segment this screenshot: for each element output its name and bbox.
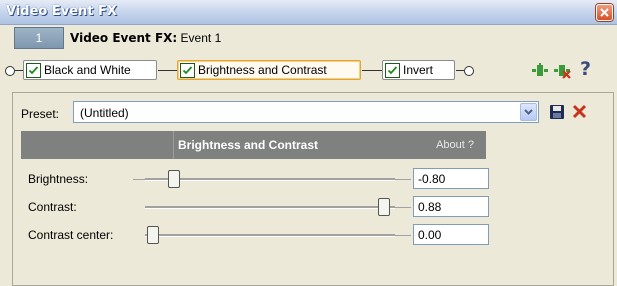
brightness-value: -0.80 <box>418 172 446 186</box>
header-divider <box>173 131 174 159</box>
help-button[interactable]: ? <box>580 58 591 80</box>
event-label: Video Event FX: Event 1 <box>70 31 221 45</box>
chain-connector <box>456 70 464 71</box>
save-icon <box>550 105 564 119</box>
plugin-chain-icon <box>532 63 548 76</box>
close-button[interactable] <box>596 4 613 21</box>
contrast-value: 0.88 <box>418 200 442 214</box>
chain-connector <box>158 70 177 71</box>
title-bar: Video Event FX <box>0 0 617 25</box>
dropdown-button[interactable] <box>520 103 537 121</box>
param-label: Brightness: <box>28 172 89 186</box>
remove-plugin-icon <box>554 65 571 79</box>
chain-item-label: Invert <box>403 63 434 77</box>
param-row-contrast-center: Contrast center: 0.00 <box>21 221 489 249</box>
event-number-badge[interactable]: 1 <box>14 27 64 49</box>
slider-right-tick <box>395 235 411 236</box>
delete-preset-button[interactable] <box>571 103 588 123</box>
chain-item-brightness-and-contrast[interactable]: Brightness and Contrast <box>177 60 361 80</box>
contrast-center-slider-track[interactable] <box>145 234 395 237</box>
plugin-name: Brightness and Contrast <box>178 138 319 152</box>
checkmark-icon <box>387 65 398 74</box>
event-header: 1 Video Event FX: Event 1 <box>0 25 617 51</box>
brightness-input[interactable]: -0.80 <box>413 168 489 189</box>
contrast-center-slider-thumb[interactable] <box>147 226 159 244</box>
chain-item-label: Black and White <box>44 63 131 77</box>
save-preset-button[interactable] <box>549 104 565 123</box>
window-title: Video Event FX <box>6 4 117 19</box>
chain-connector <box>15 70 23 71</box>
delete-icon <box>572 104 587 119</box>
chain-item-invert[interactable]: Invert <box>382 60 455 80</box>
param-row-contrast: Contrast: 0.88 <box>21 193 489 221</box>
remove-plugin-button[interactable] <box>553 62 573 83</box>
brightness-slider-thumb[interactable] <box>168 170 180 188</box>
close-icon <box>600 8 609 17</box>
param-label: Contrast: <box>28 200 77 214</box>
brightness-slider-track[interactable] <box>145 178 395 181</box>
contrast-slider-thumb[interactable] <box>378 198 390 216</box>
slider-left-tick <box>133 179 145 180</box>
preset-value: (Untitled) <box>80 106 129 120</box>
contrast-input[interactable]: 0.88 <box>413 196 489 217</box>
chain-start-node <box>5 66 15 76</box>
checkbox-brightness-and-contrast[interactable] <box>180 62 195 78</box>
checkbox-black-and-white[interactable] <box>26 62 41 78</box>
plugin-parameters: Brightness and Contrast About ? Brightne… <box>21 131 489 285</box>
plugin-chain-button[interactable] <box>531 62 549 81</box>
slider-right-tick <box>395 179 411 180</box>
preset-label: Preset: <box>21 107 60 121</box>
chevron-down-icon <box>524 109 533 115</box>
chain-item-label: Brightness and Contrast <box>198 63 327 77</box>
plugin-header: Brightness and Contrast About ? <box>21 131 486 159</box>
contrast-center-value: 0.00 <box>418 228 442 242</box>
slider-right-tick <box>395 207 411 208</box>
chain-end-node <box>464 66 474 76</box>
checkmark-icon <box>28 65 39 74</box>
chain-connector <box>362 70 382 71</box>
fx-panel: Preset: (Untitled) Brightness and Contra… <box>12 92 614 286</box>
preset-select[interactable]: (Untitled) <box>73 101 539 123</box>
chain-item-black-and-white[interactable]: Black and White <box>23 60 157 80</box>
event-label-name: Event 1 <box>180 31 222 45</box>
checkbox-invert[interactable] <box>385 62 400 78</box>
checkmark-icon <box>182 65 193 74</box>
event-label-bold: Video Event FX: <box>70 31 178 45</box>
param-row-brightness: Brightness: -0.80 <box>21 165 489 193</box>
about-link[interactable]: About ? <box>436 139 474 151</box>
contrast-slider-track[interactable] <box>145 206 395 209</box>
param-label: Contrast center: <box>28 228 114 242</box>
plugin-chain: Black and White Brightness and Contrast … <box>0 56 617 84</box>
help-icon: ? <box>580 58 592 80</box>
contrast-center-input[interactable]: 0.00 <box>413 224 489 245</box>
